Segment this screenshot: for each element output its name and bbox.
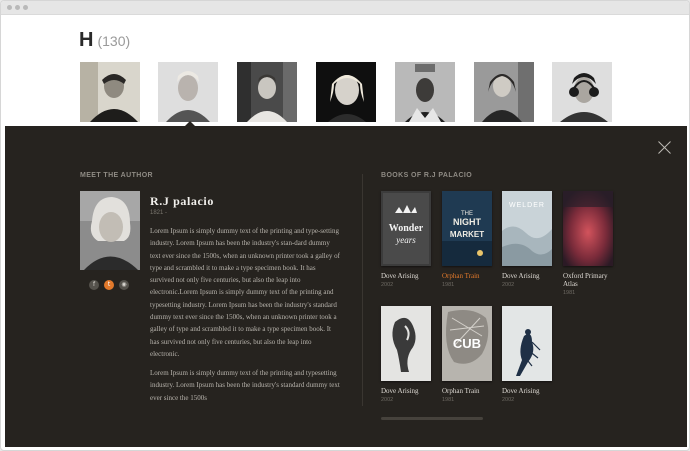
window-dot bbox=[15, 5, 20, 10]
close-icon[interactable] bbox=[657, 140, 672, 155]
book-cover[interactable]: CUB bbox=[442, 306, 492, 381]
author-thumb-1[interactable] bbox=[80, 62, 140, 122]
svg-text:WELDER: WELDER bbox=[509, 202, 545, 209]
book-year: 2002 bbox=[381, 282, 394, 288]
book-year: 1981 bbox=[442, 282, 455, 288]
book-year: 2002 bbox=[381, 397, 394, 403]
author-name: R.J palacio bbox=[150, 194, 214, 208]
book-title[interactable]: Dove Arising bbox=[502, 387, 560, 395]
svg-text:NIGHT: NIGHT bbox=[453, 217, 482, 227]
book-year: 2002 bbox=[502, 282, 515, 288]
author-thumb-4[interactable] bbox=[316, 62, 376, 122]
author-thumb-5[interactable] bbox=[395, 62, 455, 122]
browser-window: H (130) MEET THE AUTHOR BOOKS OF R.J PAL… bbox=[0, 0, 690, 451]
book-title[interactable]: Orphan Train bbox=[442, 272, 500, 280]
author-thumb-3[interactable] bbox=[237, 62, 297, 122]
books-label: BOOKS OF R.J PALACIO bbox=[381, 172, 473, 179]
author-bio-paragraph: Lorem Ipsum is simply dummy text of the … bbox=[150, 227, 340, 358]
book-cover[interactable]: Wonder years bbox=[381, 191, 431, 266]
window-dot bbox=[7, 5, 12, 10]
facebook-icon[interactable]: f bbox=[89, 280, 99, 290]
svg-text:years: years bbox=[395, 235, 416, 245]
book-cover[interactable]: WELDER bbox=[502, 191, 552, 266]
book-title[interactable]: Orphan Train bbox=[442, 387, 500, 395]
window-titlebar bbox=[1, 1, 689, 15]
book-cover[interactable]: THE NIGHT MARKET bbox=[442, 191, 492, 266]
author-years: 1821 - bbox=[150, 210, 168, 216]
book-year: 1981 bbox=[563, 290, 576, 296]
svg-text:Wonder: Wonder bbox=[389, 223, 424, 234]
letter-count: (130) bbox=[97, 33, 131, 49]
book-title[interactable]: Dove Arising bbox=[381, 272, 439, 280]
author-thumb-2[interactable] bbox=[158, 62, 218, 122]
book-title[interactable]: Dove Arising bbox=[381, 387, 439, 395]
letter-title: H bbox=[79, 29, 94, 51]
svg-text:CUB: CUB bbox=[453, 336, 481, 351]
author-thumb-7[interactable] bbox=[552, 62, 612, 122]
book-year: 1981 bbox=[442, 397, 455, 403]
window-dot bbox=[23, 5, 28, 10]
twitter-icon[interactable]: t bbox=[104, 280, 114, 290]
selected-indicator bbox=[184, 121, 196, 127]
letter-heading: H (130) bbox=[79, 29, 130, 52]
book-cover[interactable] bbox=[502, 306, 552, 381]
books-scrollbar[interactable] bbox=[381, 417, 483, 420]
panel-divider bbox=[362, 174, 363, 406]
author-thumb-6[interactable] bbox=[474, 62, 534, 122]
book-title[interactable]: Dove Arising bbox=[502, 272, 560, 280]
book-cover[interactable] bbox=[563, 191, 613, 266]
book-title[interactable]: Oxford Primary Atlas bbox=[563, 272, 621, 288]
svg-text:MARKET: MARKET bbox=[450, 230, 484, 239]
author-bio-paragraph: Lorem Ipsum is simply dummy text of the … bbox=[150, 369, 340, 402]
book-cover[interactable] bbox=[381, 306, 431, 381]
book-year: 2002 bbox=[502, 397, 515, 403]
rss-icon[interactable]: ◉ bbox=[119, 280, 129, 290]
meet-author-label: MEET THE AUTHOR bbox=[80, 172, 154, 179]
author-portrait bbox=[80, 191, 140, 270]
